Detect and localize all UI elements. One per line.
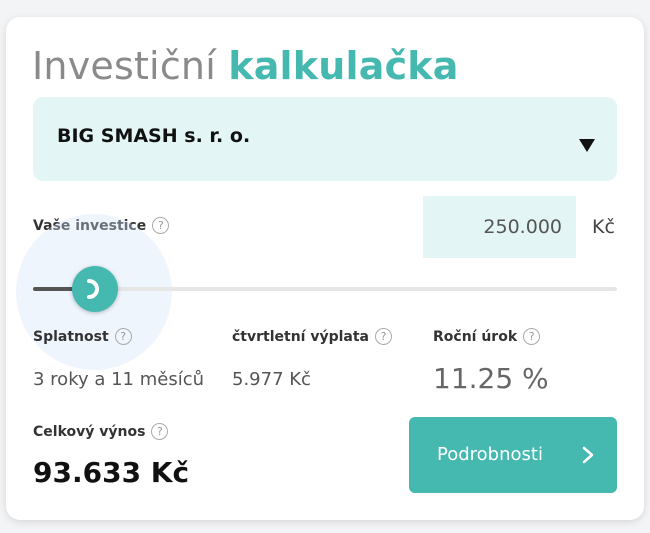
currency-label: Kč: [592, 216, 615, 238]
payout-value: 5.977 Kč: [232, 369, 311, 390]
slider-thumb-icon: [87, 279, 99, 299]
help-icon[interactable]: ?: [151, 423, 169, 440]
maturity-label: Splatnost: [33, 328, 109, 345]
page-title: Investiční kalkulačka: [32, 44, 459, 88]
help-icon[interactable]: ?: [523, 328, 541, 345]
dropdown-arrow-icon[interactable]: [579, 139, 595, 152]
payout-label-row: čtvrtletní výplata ?: [232, 328, 392, 345]
help-icon[interactable]: ?: [152, 217, 170, 234]
chevron-right-icon: [582, 446, 594, 464]
maturity-label-row: Splatnost ?: [33, 328, 132, 345]
payout-label: čtvrtletní výplata: [232, 328, 369, 345]
total-label: Celkový výnos: [33, 423, 146, 440]
help-icon[interactable]: ?: [114, 328, 132, 345]
rate-value: 11.25 %: [433, 362, 549, 395]
title-accent: kalkulačka: [228, 44, 459, 88]
company-select[interactable]: BIG SMASH s. r. o.: [33, 97, 617, 181]
slider-thumb[interactable]: [72, 266, 118, 312]
company-select-value: BIG SMASH s. r. o.: [57, 125, 251, 147]
title-light: Investiční: [32, 44, 216, 88]
investment-amount-input[interactable]: [423, 196, 576, 258]
help-icon[interactable]: ?: [375, 328, 392, 345]
total-label-row: Celkový výnos ?: [33, 423, 169, 440]
slider-track[interactable]: [33, 287, 617, 291]
rate-label-row: Roční úrok ?: [433, 328, 541, 345]
total-value: 93.633 Kč: [33, 456, 190, 489]
details-button[interactable]: Podrobnosti: [409, 417, 617, 493]
details-button-label: Podrobnosti: [437, 444, 543, 465]
maturity-value: 3 roky a 11 měsíců: [33, 369, 205, 390]
rate-label: Roční úrok: [433, 328, 518, 345]
